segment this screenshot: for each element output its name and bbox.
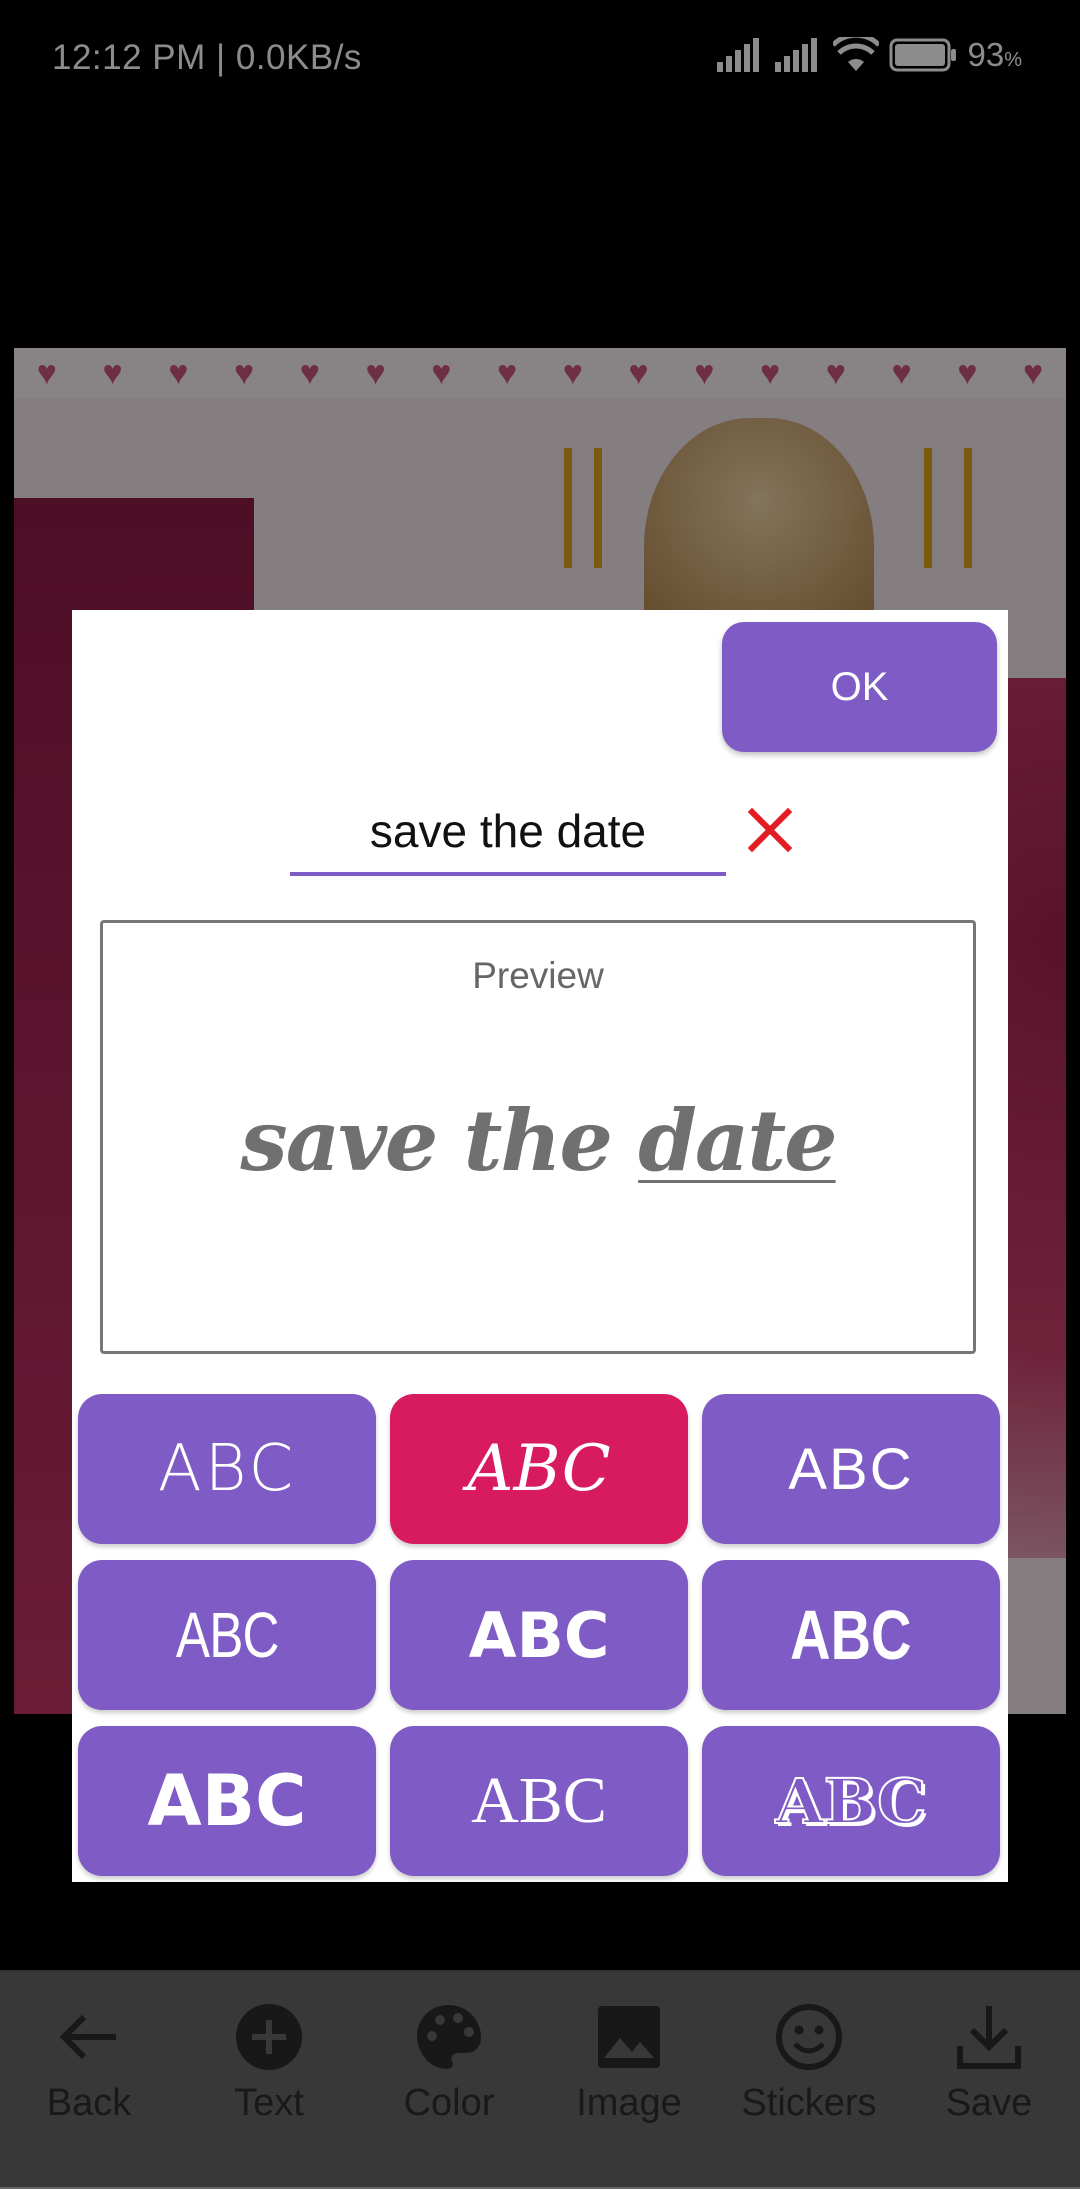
font-option-2-selected[interactable]: ABC	[390, 1394, 688, 1544]
font-option-4[interactable]: ABC	[78, 1560, 376, 1710]
font-option-5[interactable]: ABC	[390, 1560, 688, 1710]
font-option-1[interactable]: ABC	[78, 1394, 376, 1544]
preview-box: Preview save the date	[100, 920, 976, 1354]
font-option-8[interactable]: ABC	[390, 1726, 688, 1876]
font-option-9[interactable]: ABC	[702, 1726, 1000, 1876]
ok-button[interactable]: OK	[722, 622, 997, 752]
font-option-7[interactable]: ABC	[78, 1726, 376, 1876]
font-option-3[interactable]: ABC	[702, 1394, 1000, 1544]
preview-text: save the date	[103, 1091, 973, 1190]
preview-text-underlined: date	[638, 1091, 837, 1190]
close-icon[interactable]	[744, 804, 796, 856]
font-option-4-label: ABC	[175, 1599, 280, 1671]
text-input[interactable]	[290, 790, 726, 876]
preview-label: Preview	[472, 955, 604, 996]
font-option-6-label: ABC	[790, 1596, 912, 1674]
font-option-6[interactable]: ABC	[702, 1560, 1000, 1710]
text-edit-dialog: OK Preview save the date ABC ABC ABC ABC…	[72, 610, 1008, 1882]
preview-text-plain: save the	[240, 1091, 639, 1190]
